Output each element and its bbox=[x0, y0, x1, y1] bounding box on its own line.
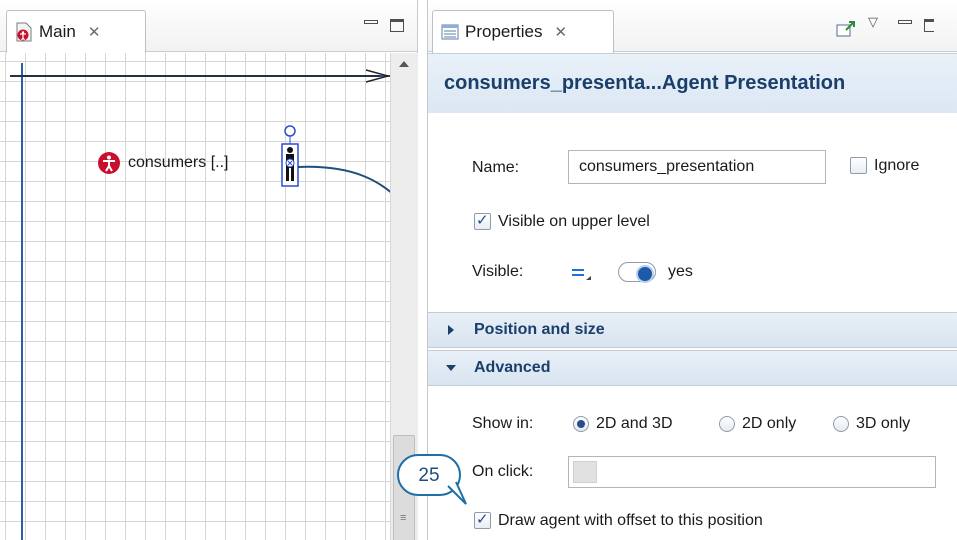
draw-offset-label: Draw agent with offset to this position bbox=[498, 512, 763, 529]
show-in-label: Show in: bbox=[472, 415, 534, 432]
agent-label[interactable]: consumers [..] bbox=[128, 154, 228, 172]
tab-close-icon[interactable]: ✕ bbox=[88, 23, 101, 41]
collapse-arrow-icon bbox=[446, 365, 456, 371]
main-document-icon bbox=[15, 22, 33, 42]
pin-view-icon[interactable] bbox=[836, 20, 856, 38]
maximize-icon[interactable] bbox=[924, 19, 934, 32]
visible-toggle[interactable] bbox=[618, 262, 656, 283]
minimize-icon[interactable] bbox=[898, 20, 912, 24]
visible-value: yes bbox=[668, 263, 693, 280]
radio-3d-only-label: 3D only bbox=[856, 415, 911, 432]
section-position-and-size-label: Position and size bbox=[474, 321, 605, 338]
main-editor-pane: Main ✕ consumers [..] ≡ bbox=[0, 0, 418, 540]
visible-upper-level-checkbox[interactable] bbox=[474, 211, 491, 230]
main-tabbar: Main ✕ bbox=[0, 0, 417, 53]
radio-2d-and-3d[interactable] bbox=[573, 416, 589, 432]
maximize-icon[interactable] bbox=[390, 19, 404, 32]
code-field-marker bbox=[573, 461, 597, 483]
agent-person-icon[interactable] bbox=[97, 151, 121, 175]
tab-close-icon[interactable]: ✕ bbox=[554, 23, 567, 41]
thumb-grip-icon: ≡ bbox=[400, 512, 407, 524]
ignore-checkbox[interactable] bbox=[850, 157, 867, 174]
name-field[interactable]: consumers_presentation bbox=[568, 150, 826, 184]
properties-title: consumers_presenta...Agent Presentation bbox=[444, 72, 846, 94]
tab-properties[interactable]: Properties ✕ bbox=[432, 10, 614, 53]
tab-properties-label: Properties bbox=[465, 22, 543, 41]
ignore-label: Ignore bbox=[874, 157, 920, 174]
name-label: Name: bbox=[472, 159, 520, 176]
view-menu-icon[interactable]: ▽ bbox=[868, 14, 878, 30]
properties-header: consumers_presenta...Agent Presentation bbox=[428, 53, 957, 113]
properties-tabbar: Properties ✕ ▽ bbox=[428, 0, 957, 53]
callout-pointer bbox=[447, 481, 467, 505]
static-dynamic-switch-icon[interactable] bbox=[570, 262, 592, 282]
graphical-editor-canvas[interactable]: consumers [..] bbox=[0, 53, 390, 540]
scroll-up-icon[interactable] bbox=[399, 61, 409, 67]
section-advanced-label: Advanced bbox=[474, 359, 551, 376]
expand-arrow-icon bbox=[448, 325, 454, 335]
radio-2d-only[interactable] bbox=[719, 416, 735, 432]
radio-3d-only[interactable] bbox=[833, 416, 849, 432]
canvas-axes bbox=[10, 63, 390, 540]
properties-icon bbox=[441, 24, 459, 40]
minimize-icon[interactable] bbox=[364, 20, 378, 24]
radio-2d-and-3d-label: 2D and 3D bbox=[596, 415, 673, 432]
tab-main-label: Main bbox=[39, 22, 76, 41]
properties-pane: Properties ✕ ▽ consumers_presenta...Agen… bbox=[427, 0, 957, 540]
section-advanced[interactable]: Advanced bbox=[428, 350, 957, 386]
visible-label: Visible: bbox=[472, 263, 524, 280]
radio-2d-only-label: 2D only bbox=[742, 415, 797, 432]
section-position-and-size[interactable]: Position and size bbox=[428, 312, 957, 348]
visible-upper-level-label: Visible on upper level bbox=[498, 213, 650, 230]
tab-main[interactable]: Main ✕ bbox=[6, 10, 146, 53]
name-field-value: consumers_presentation bbox=[579, 158, 755, 175]
on-click-field[interactable] bbox=[568, 456, 936, 488]
